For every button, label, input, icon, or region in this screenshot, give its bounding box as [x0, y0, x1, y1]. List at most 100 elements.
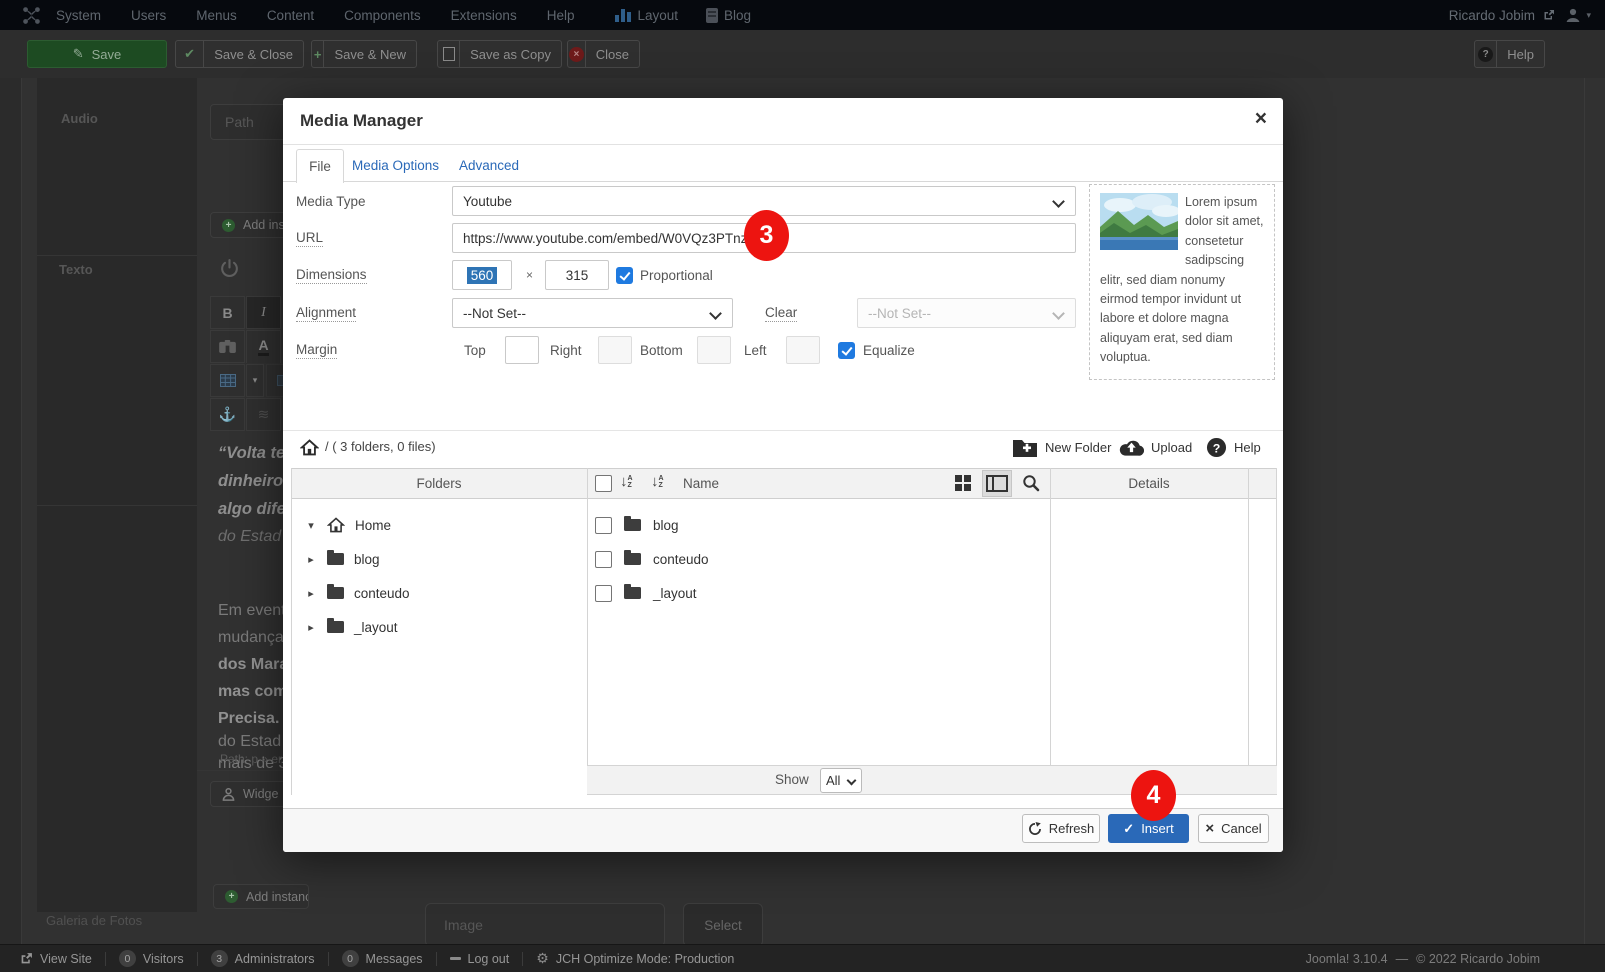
help-button[interactable]: ? Help	[1474, 40, 1545, 68]
margin-top-input[interactable]	[505, 336, 539, 364]
footer-version: Joomla! 3.10.4 — © 2022 Ricardo Jobim	[1306, 945, 1540, 972]
admins-count-badge: 3	[211, 950, 228, 967]
alignment-select[interactable]: --Not Set--	[452, 298, 733, 328]
clear-select[interactable]: --Not Set--	[857, 298, 1076, 328]
home-breadcrumb-icon[interactable]	[300, 439, 319, 459]
add-instance-button-gallery[interactable]: + Add instance	[213, 884, 309, 909]
cancel-button[interactable]: × Cancel	[1198, 814, 1269, 843]
menu-help[interactable]: Help	[532, 8, 590, 23]
anchor-icon[interactable]: ⚓	[210, 398, 245, 431]
equalize-checkbox[interactable]	[838, 342, 855, 359]
logout-link[interactable]: Log out	[437, 952, 523, 966]
sort-desc-icon[interactable]: ↓AZ	[651, 474, 664, 489]
tree-item-home[interactable]: ▾ Home	[305, 508, 391, 542]
save-copy-button[interactable]: Save as Copy	[437, 40, 562, 68]
menu-extensions[interactable]: Extensions	[436, 8, 532, 23]
height-input[interactable]: 315	[545, 260, 609, 290]
file-row-conteudo[interactable]: conteudo	[595, 542, 709, 576]
add-instance-label: Add instance	[246, 890, 309, 904]
tree-item-label: blog	[354, 552, 380, 567]
menu-users[interactable]: Users	[116, 8, 181, 23]
menu-blog[interactable]: Blog	[692, 8, 765, 23]
table-icon[interactable]	[210, 364, 245, 397]
menu-menus[interactable]: Menus	[181, 8, 252, 23]
save-button[interactable]: ✎ Save	[27, 40, 167, 68]
caret-right-icon[interactable]: ▸	[305, 621, 317, 634]
messages-count-badge: 0	[342, 950, 359, 967]
show-select[interactable]: All	[820, 768, 862, 793]
font-color-icon[interactable]: A	[246, 330, 281, 363]
cancel-label: Cancel	[1221, 821, 1261, 836]
menu-components[interactable]: Components	[329, 8, 436, 23]
caret-right-icon[interactable]: ▸	[305, 587, 317, 600]
folder-icon	[327, 587, 344, 599]
width-input[interactable]: 560	[452, 260, 512, 290]
close-button[interactable]: × Close	[567, 40, 640, 68]
file-row-label: _layout	[653, 586, 697, 601]
sort-asc-icon[interactable]: ↓AZ	[620, 474, 633, 489]
table-dropdown-icon[interactable]: ▾	[246, 364, 264, 397]
tree-item-label: _layout	[354, 620, 398, 635]
refresh-label: Refresh	[1049, 821, 1095, 836]
tree-item-layout[interactable]: ▸ _layout	[305, 610, 398, 644]
account-menu[interactable]: ▾	[1565, 0, 1591, 30]
menu-system[interactable]: System	[41, 8, 116, 23]
save-close-button[interactable]: ✔ Save & Close	[175, 40, 304, 68]
upload-button[interactable]: Upload	[1119, 437, 1192, 457]
divider	[587, 468, 588, 795]
tab-file[interactable]: File	[296, 149, 344, 183]
refresh-button[interactable]: Refresh	[1022, 814, 1100, 843]
copy-icon	[438, 41, 460, 67]
grid-view-icon[interactable]	[955, 475, 971, 491]
list-view-icon[interactable]	[982, 470, 1012, 497]
galeria-field-label: Galeria de Fotos	[46, 913, 142, 928]
messages-status[interactable]: 0 Messages	[329, 950, 436, 967]
caret-down-icon[interactable]: ▾	[305, 519, 317, 532]
bold-icon[interactable]: B	[210, 296, 245, 329]
view-site-link[interactable]: View Site	[0, 952, 105, 966]
proportional-checkbox[interactable]	[616, 267, 633, 284]
plus-icon: +	[312, 41, 324, 67]
row-checkbox[interactable]	[595, 517, 612, 534]
media-help-button[interactable]: ? Help	[1206, 437, 1261, 458]
home-icon	[327, 517, 345, 533]
search-icon[interactable]	[1022, 474, 1040, 495]
path-placeholder: Path	[225, 114, 254, 130]
modal-close-icon[interactable]: ×	[1255, 107, 1267, 131]
tab-advanced[interactable]: Advanced	[459, 149, 519, 182]
find-icon[interactable]	[210, 330, 245, 363]
dimensions-label: Dimensions	[296, 260, 367, 290]
menu-layout[interactable]: Layout	[601, 8, 692, 23]
tree-item-blog[interactable]: ▸ blog	[305, 542, 380, 576]
margin-right-label: Right	[550, 335, 582, 365]
jch-optimize-status[interactable]: ⚙ JCH Optimize Mode: Production	[523, 950, 747, 967]
row-checkbox[interactable]	[595, 551, 612, 568]
joomla-logo-icon	[22, 6, 41, 25]
new-folder-button[interactable]: New Folder	[1012, 437, 1111, 458]
audio-field-label: Audio	[61, 111, 98, 126]
admin-menubar: System Users Menus Content Components Ex…	[0, 0, 1605, 30]
row-checkbox[interactable]	[595, 585, 612, 602]
select-button[interactable]: Select	[683, 903, 763, 947]
file-row-label: blog	[653, 518, 679, 533]
tab-media-options[interactable]: Media Options	[352, 149, 439, 182]
file-row-layout[interactable]: _layout	[595, 576, 697, 610]
file-row-blog[interactable]: blog	[595, 508, 679, 542]
margin-right-input	[598, 336, 632, 364]
power-toggle-icon[interactable]	[219, 258, 240, 284]
menu-content[interactable]: Content	[252, 8, 329, 23]
save-new-button[interactable]: + Save & New	[311, 40, 417, 68]
image-input[interactable]: Image	[425, 903, 665, 947]
caret-right-icon[interactable]: ▸	[305, 553, 317, 566]
visitors-status[interactable]: 0 Visitors	[106, 950, 197, 967]
refresh-icon	[1028, 822, 1042, 836]
check-icon: ✓	[1123, 821, 1134, 837]
user-menu[interactable]: Ricardo Jobim	[1449, 0, 1555, 30]
italic-icon[interactable]: I	[246, 296, 281, 329]
show-value: All	[826, 773, 840, 788]
administrators-status[interactable]: 3 Administrators	[198, 950, 328, 967]
break-icon[interactable]: ≋	[246, 398, 281, 431]
tree-item-conteudo[interactable]: ▸ conteudo	[305, 576, 410, 610]
alignment-value: --Not Set--	[463, 306, 526, 321]
select-all-checkbox[interactable]	[595, 475, 612, 492]
